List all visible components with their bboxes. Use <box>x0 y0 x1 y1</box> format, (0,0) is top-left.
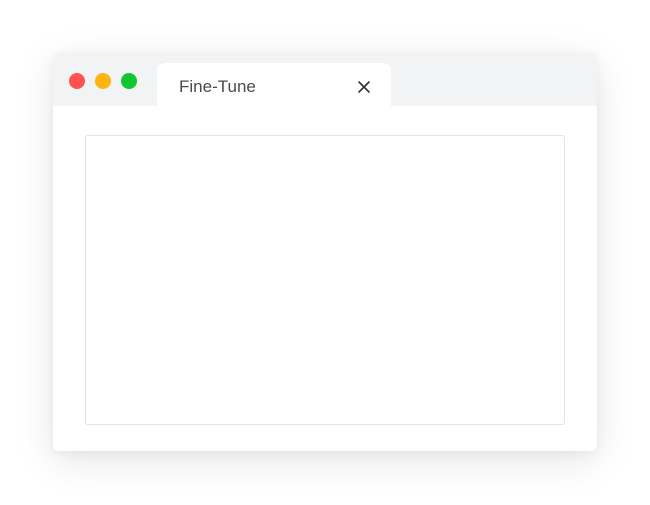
tab-fine-tune[interactable]: Fine-Tune <box>157 63 391 107</box>
window-minimize-button[interactable] <box>95 73 111 89</box>
window-maximize-button[interactable] <box>121 73 137 89</box>
stage: Fine-Tune <box>0 0 650 505</box>
tab-title: Fine-Tune <box>179 77 256 96</box>
app-window: Fine-Tune <box>53 53 597 451</box>
content-area <box>53 106 597 451</box>
title-bar: Fine-Tune <box>53 53 597 107</box>
content-panel <box>85 135 565 425</box>
close-icon[interactable] <box>357 80 371 94</box>
window-close-button[interactable] <box>69 73 85 89</box>
